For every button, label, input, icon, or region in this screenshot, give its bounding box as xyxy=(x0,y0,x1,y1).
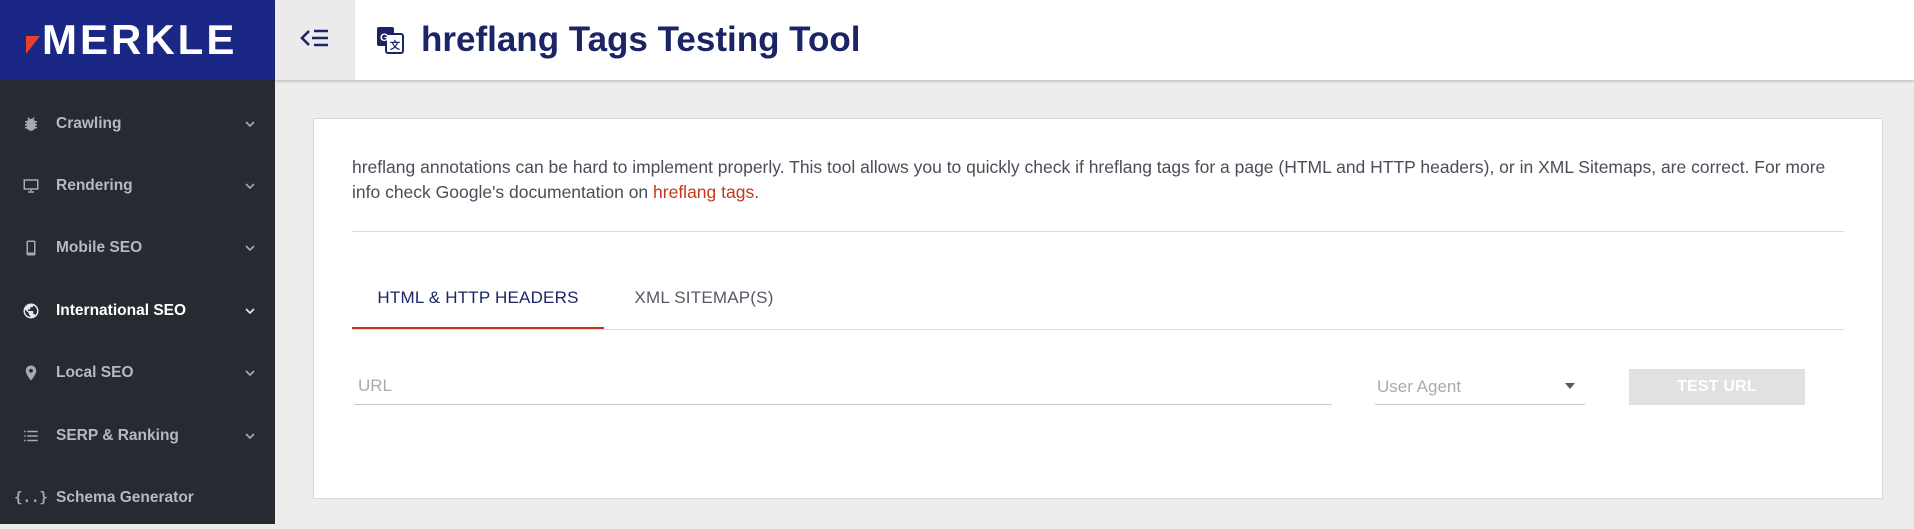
bug-icon xyxy=(21,114,41,134)
url-input[interactable] xyxy=(354,367,1332,405)
intro-text: hreflang annotations can be hard to impl… xyxy=(352,155,1842,205)
chevron-down-icon xyxy=(244,367,256,379)
logo[interactable]: MERKLE xyxy=(0,0,275,80)
user-agent-select[interactable]: User Agent xyxy=(1375,367,1585,405)
sidebar-item-crawling[interactable]: Crawling xyxy=(0,93,275,155)
sidebar-item-label: Rendering xyxy=(56,177,133,194)
chevron-down-icon xyxy=(244,180,256,192)
chevron-down-icon xyxy=(244,242,256,254)
svg-text:文: 文 xyxy=(390,39,401,52)
logo-mark-icon xyxy=(26,36,40,54)
sidebar-item-label: Schema Generator xyxy=(56,489,194,506)
divider xyxy=(352,231,1844,232)
sidebar-item-rendering[interactable]: Rendering xyxy=(0,155,275,217)
intro-end: . xyxy=(754,182,760,202)
hreflang-tags-link[interactable]: hreflang tags xyxy=(653,182,754,202)
phone-icon xyxy=(21,238,41,258)
tool-card: hreflang annotations can be hard to impl… xyxy=(313,118,1883,499)
sidebar-item-label: Local SEO xyxy=(56,364,134,381)
page-title: hreflang Tags Testing Tool xyxy=(421,20,861,59)
sidebar-item-local-seo[interactable]: Local SEO xyxy=(0,342,275,404)
svg-text:G: G xyxy=(380,32,389,44)
sidebar-item-label: Crawling xyxy=(56,115,122,132)
menu-collapse-icon xyxy=(300,27,330,54)
code-braces-icon: {..} xyxy=(14,490,48,506)
logo-text: MERKLE xyxy=(42,16,238,63)
intro-body: hreflang annotations can be hard to impl… xyxy=(352,157,1826,202)
sidebar-item-serp-ranking[interactable]: SERP & Ranking xyxy=(0,405,275,467)
top-header: G 文 hreflang Tags Testing Tool xyxy=(275,0,1914,80)
caret-down-icon xyxy=(1565,383,1575,389)
chevron-down-icon xyxy=(244,305,256,317)
test-url-button[interactable]: TEST URL xyxy=(1629,369,1805,405)
sidebar-item-international-seo[interactable]: International SEO xyxy=(0,280,275,342)
menu-collapse-button[interactable] xyxy=(275,0,355,80)
chevron-down-icon xyxy=(244,118,256,130)
tab-html-http-headers[interactable]: HTML & HTTP HEADERS xyxy=(352,269,604,329)
sidebar-item-schema-generator[interactable]: {..} Schema Generator xyxy=(0,467,275,529)
globe-icon xyxy=(21,301,41,321)
sidebar-item-label: Mobile SEO xyxy=(56,239,143,256)
tab-bar: HTML & HTTP HEADERS XML SITEMAP(S) xyxy=(352,269,1844,330)
user-agent-label: User Agent xyxy=(1377,377,1462,396)
sidebar-item-label: International SEO xyxy=(56,302,187,319)
sidebar: MERKLE Crawling Rendering Mobile SEO Int… xyxy=(0,0,275,524)
sidebar-item-label: SERP & Ranking xyxy=(56,427,179,444)
map-pin-icon xyxy=(21,363,41,383)
monitor-icon xyxy=(21,176,41,196)
chevron-down-icon xyxy=(244,430,256,442)
sidebar-item-mobile-seo[interactable]: Mobile SEO xyxy=(0,217,275,279)
list-icon xyxy=(21,426,41,446)
tab-xml-sitemaps[interactable]: XML SITEMAP(S) xyxy=(604,269,804,327)
translate-icon: G 文 xyxy=(375,25,405,55)
